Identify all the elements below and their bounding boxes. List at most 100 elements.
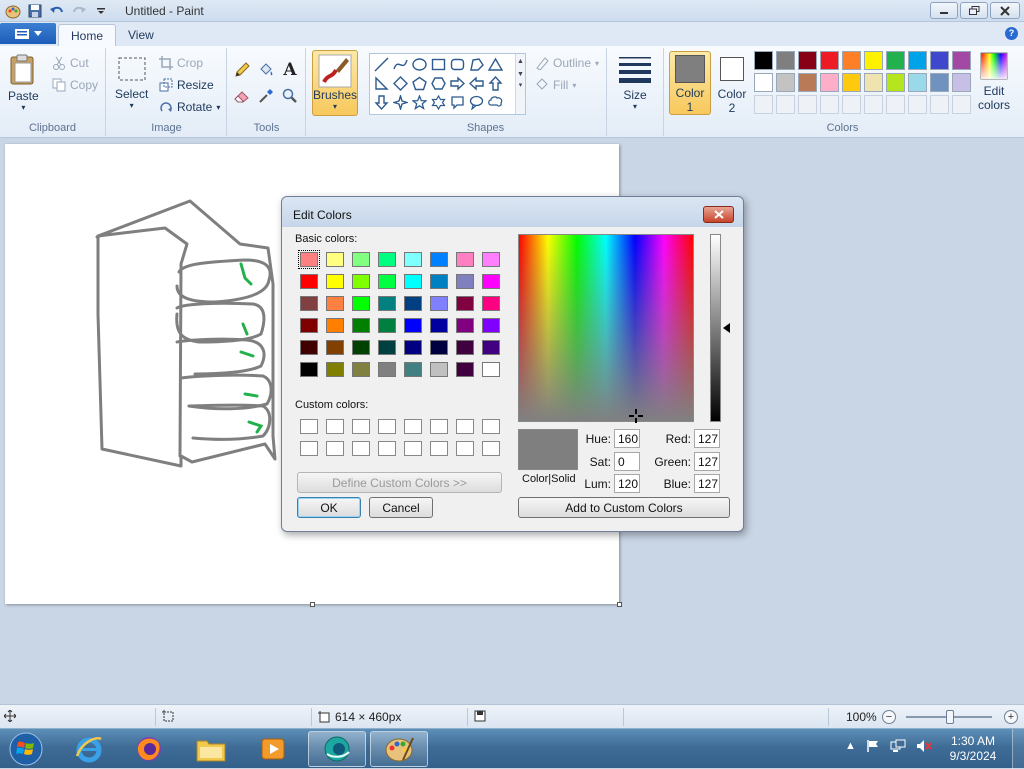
basic-color-swatch[interactable] xyxy=(482,274,500,289)
basic-color-swatch[interactable] xyxy=(456,362,474,377)
rounded-callout-shape-icon[interactable] xyxy=(448,93,467,112)
palette-empty-swatch[interactable] xyxy=(754,95,773,114)
pentagon-shape-icon[interactable] xyxy=(410,74,429,93)
basic-color-swatch[interactable] xyxy=(352,362,370,377)
palette-empty-swatch[interactable] xyxy=(886,95,905,114)
polygon-shape-icon[interactable] xyxy=(467,55,486,74)
five-point-star-shape-icon[interactable] xyxy=(410,93,429,112)
custom-color-swatch[interactable] xyxy=(378,441,396,456)
palette-empty-swatch[interactable] xyxy=(798,95,817,114)
basic-color-swatch[interactable] xyxy=(430,340,448,355)
sat-field[interactable]: 0 xyxy=(614,452,640,471)
zoom-slider-thumb[interactable] xyxy=(946,710,954,724)
add-to-custom-colors-button[interactable]: Add to Custom Colors xyxy=(518,497,730,518)
basic-color-swatch[interactable] xyxy=(300,296,318,311)
basic-color-swatch[interactable] xyxy=(430,296,448,311)
basic-color-swatch[interactable] xyxy=(482,340,500,355)
right-arrow-shape-icon[interactable] xyxy=(448,74,467,93)
basic-color-swatch[interactable] xyxy=(482,362,500,377)
palette-color-swatch[interactable] xyxy=(798,73,817,92)
curve-shape-icon[interactable] xyxy=(391,55,410,74)
cancel-button[interactable]: Cancel xyxy=(369,497,433,518)
network-icon[interactable] xyxy=(890,739,906,753)
basic-color-swatch[interactable] xyxy=(378,274,396,289)
color-spectrum[interactable] xyxy=(518,234,694,423)
basic-color-swatch[interactable] xyxy=(300,362,318,377)
basic-color-swatch[interactable] xyxy=(404,340,422,355)
basic-color-swatch[interactable] xyxy=(300,318,318,333)
fill-bucket-icon[interactable] xyxy=(256,60,276,80)
basic-color-swatch[interactable] xyxy=(352,318,370,333)
resize-handle-corner[interactable] xyxy=(617,602,622,607)
undo-icon[interactable] xyxy=(48,2,66,20)
minimize-button[interactable] xyxy=(930,2,958,19)
taskbar-file-explorer[interactable] xyxy=(182,731,240,767)
palette-color-swatch[interactable] xyxy=(798,51,817,70)
define-custom-colors-button[interactable]: Define Custom Colors >> xyxy=(297,472,502,493)
taskbar-clock[interactable]: 1:30 AM 9/3/2024 xyxy=(940,734,1006,764)
paint-app-icon[interactable] xyxy=(4,2,22,20)
basic-color-swatch[interactable] xyxy=(326,252,344,267)
action-center-flag-icon[interactable] xyxy=(866,739,880,753)
palette-empty-swatch[interactable] xyxy=(952,95,971,114)
palette-color-swatch[interactable] xyxy=(952,73,971,92)
luminosity-arrow-icon[interactable] xyxy=(723,323,730,333)
custom-color-swatch[interactable] xyxy=(456,441,474,456)
tab-home[interactable]: Home xyxy=(58,24,117,46)
basic-color-swatch[interactable] xyxy=(300,274,318,289)
brushes-button[interactable]: Brushes ▾ xyxy=(312,50,358,116)
redo-icon[interactable] xyxy=(70,2,88,20)
customize-qat-icon[interactable] xyxy=(92,2,110,20)
basic-color-swatch[interactable] xyxy=(456,252,474,267)
custom-color-swatch[interactable] xyxy=(404,441,422,456)
close-button[interactable] xyxy=(990,2,1020,19)
custom-color-swatch[interactable] xyxy=(326,419,344,434)
custom-color-swatch[interactable] xyxy=(300,419,318,434)
rotate-button[interactable]: Rotate ▾ xyxy=(159,100,220,114)
basic-color-swatch[interactable] xyxy=(404,252,422,267)
hexagon-shape-icon[interactable] xyxy=(429,74,448,93)
dialog-title-bar[interactable]: Edit Colors xyxy=(282,197,743,227)
taskbar-paint[interactable] xyxy=(370,731,428,767)
basic-color-swatch[interactable] xyxy=(300,340,318,355)
custom-color-swatch[interactable] xyxy=(352,419,370,434)
custom-color-swatch[interactable] xyxy=(430,441,448,456)
basic-color-swatch[interactable] xyxy=(378,296,396,311)
basic-color-swatch[interactable] xyxy=(326,340,344,355)
color2-button[interactable]: Color 2 xyxy=(715,54,749,115)
custom-color-swatch[interactable] xyxy=(456,419,474,434)
shapes-scrollbar[interactable]: ▲ ▼ ▾ xyxy=(515,54,525,114)
custom-color-swatch[interactable] xyxy=(352,441,370,456)
four-point-star-shape-icon[interactable] xyxy=(391,93,410,112)
ok-button[interactable]: OK xyxy=(297,497,361,518)
lum-field[interactable]: 120 xyxy=(614,474,640,493)
palette-color-swatch[interactable] xyxy=(930,73,949,92)
palette-color-swatch[interactable] xyxy=(776,73,795,92)
palette-empty-swatch[interactable] xyxy=(842,95,861,114)
outline-button[interactable]: Outline ▾ xyxy=(535,56,599,70)
palette-color-swatch[interactable] xyxy=(754,73,773,92)
basic-color-swatch[interactable] xyxy=(352,274,370,289)
rounded-rectangle-shape-icon[interactable] xyxy=(448,55,467,74)
taskbar-app-running[interactable] xyxy=(308,731,366,767)
basic-color-swatch[interactable] xyxy=(430,362,448,377)
paste-button[interactable]: Paste ▾ xyxy=(8,54,39,112)
palette-color-swatch[interactable] xyxy=(820,51,839,70)
copy-button[interactable]: Copy xyxy=(52,78,98,92)
taskbar-media-player[interactable] xyxy=(244,731,302,767)
size-button[interactable]: Size ▾ xyxy=(618,54,652,111)
palette-color-swatch[interactable] xyxy=(864,51,883,70)
line-shape-icon[interactable] xyxy=(372,55,391,74)
basic-color-swatch[interactable] xyxy=(298,250,320,269)
paint-menu-button[interactable] xyxy=(0,23,56,44)
custom-color-swatch[interactable] xyxy=(378,419,396,434)
color-picker-icon[interactable] xyxy=(256,86,276,106)
volume-muted-icon[interactable] xyxy=(916,739,932,753)
color1-button[interactable]: Color 1 xyxy=(669,51,711,115)
show-hidden-icons[interactable]: ▲ xyxy=(845,740,856,752)
palette-empty-swatch[interactable] xyxy=(776,95,795,114)
green-field[interactable]: 127 xyxy=(694,452,720,471)
basic-color-swatch[interactable] xyxy=(482,318,500,333)
select-button[interactable]: Select ▾ xyxy=(115,56,148,110)
palette-color-swatch[interactable] xyxy=(930,51,949,70)
